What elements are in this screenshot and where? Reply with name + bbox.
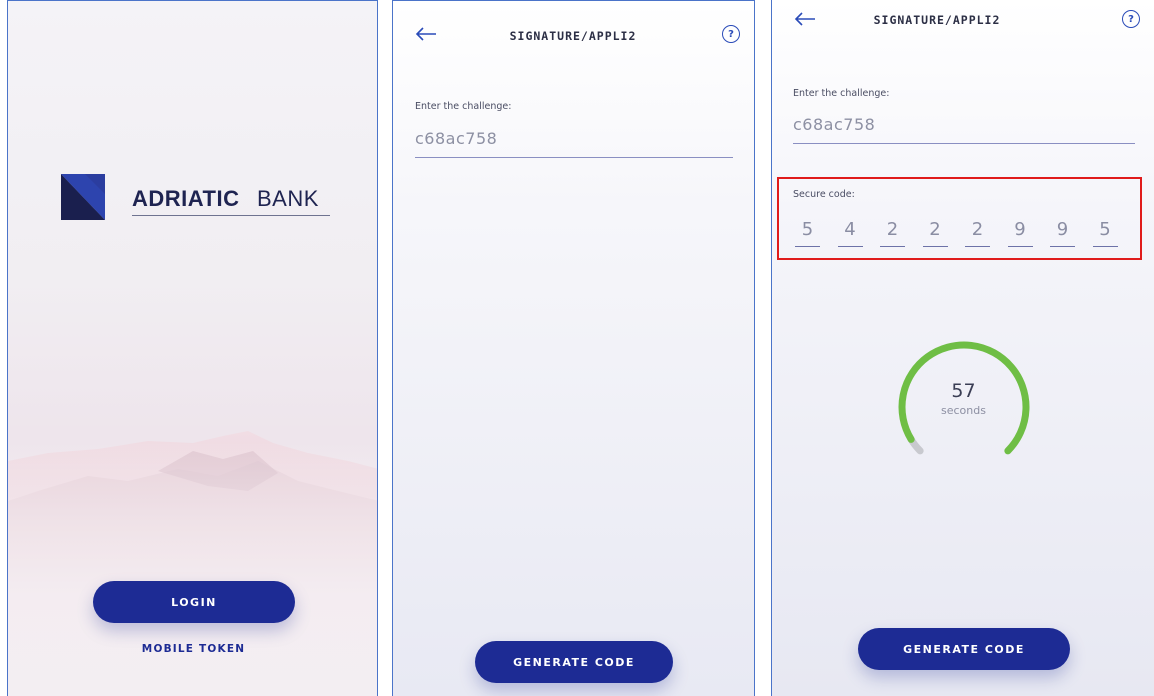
secure-code-digit: 5 (801, 219, 814, 240)
secure-code-screen: SIGNATURE/APPLI2 ? Enter the challenge: … (771, 0, 1154, 696)
challenge-input[interactable]: c68ac758 (415, 129, 497, 148)
secure-code-digit-underline (795, 246, 820, 247)
secure-code-digit: 2 (929, 219, 941, 240)
header-title: SIGNATURE/APPLI2 (873, 13, 1001, 27)
secure-code-label: Secure code: (793, 189, 855, 200)
challenge-input-underline (793, 143, 1135, 144)
secure-code-digit-underline (1007, 246, 1033, 247)
secure-code-digit-underline (922, 246, 948, 247)
signature-challenge-screen: SIGNATURE/APPLI2 ? Enter the challenge: … (392, 0, 755, 696)
brand-name-regular: BANK (257, 186, 319, 211)
secure-code-digit-underline (1092, 246, 1118, 247)
login-button[interactable]: LOGIN (93, 581, 295, 623)
login-screen: ADRIATIC BANK LOGIN MOBILE TOKEN (7, 0, 378, 696)
timer-value: 57 (951, 380, 976, 402)
timer-unit-label: seconds (941, 404, 986, 417)
challenge-label: Enter the challenge: (415, 101, 512, 112)
secure-code-digit: 2 (971, 219, 984, 240)
brand-name-bold: ADRIATIC (132, 186, 240, 211)
logo-underline (132, 215, 330, 216)
help-icon[interactable]: ? (1122, 10, 1140, 28)
challenge-input-underline (415, 157, 733, 158)
header-title: SIGNATURE/APPLI2 (509, 29, 637, 43)
logo-icon (61, 174, 105, 220)
challenge-label: Enter the challenge: (793, 88, 890, 99)
generate-code-button[interactable]: GENERATE CODE (475, 641, 673, 683)
secure-code-digit-underline (1050, 246, 1075, 247)
secure-code-digit-underline (965, 246, 990, 247)
adriatic-bank-logo: ADRIATIC BANK (61, 174, 331, 220)
secure-code-digit: 9 (1014, 219, 1026, 240)
challenge-input[interactable]: c68ac758 (793, 115, 875, 134)
secure-code-digit: 9 (1056, 219, 1069, 240)
secure-code-digit: 5 (1099, 219, 1111, 240)
secure-code-digit-underline (837, 246, 863, 247)
mobile-token-link[interactable]: MOBILE TOKEN (8, 643, 377, 655)
secure-code-digit: 2 (886, 219, 899, 240)
secure-code-digit: 4 (844, 219, 856, 240)
secure-code-digit-underline (880, 246, 905, 247)
generate-code-button[interactable]: GENERATE CODE (858, 628, 1070, 670)
help-icon[interactable]: ? (722, 25, 740, 43)
